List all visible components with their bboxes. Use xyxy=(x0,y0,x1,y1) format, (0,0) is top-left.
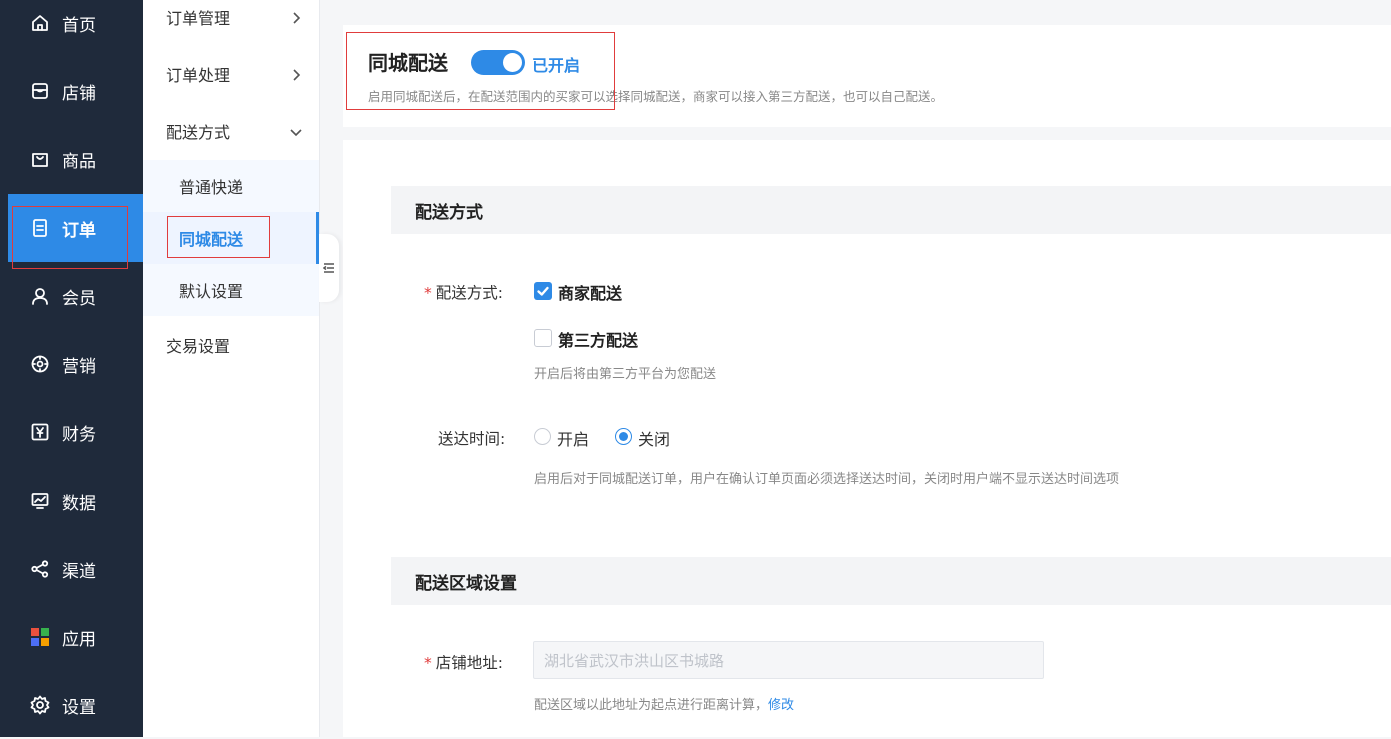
nav-item-label: 财务 xyxy=(62,424,96,445)
store-icon xyxy=(29,80,51,102)
section-title: 配送区域设置 xyxy=(415,573,517,594)
settings-icon xyxy=(29,694,51,716)
gear-badge-icon xyxy=(29,353,51,375)
checkbox-merchant-delivery[interactable] xyxy=(534,282,552,300)
radio-time-off[interactable] xyxy=(615,428,632,445)
required-mark: * xyxy=(424,284,432,302)
share-icon xyxy=(29,558,51,580)
switch-knob xyxy=(503,53,522,72)
city-delivery-switch[interactable] xyxy=(471,50,525,75)
collapse-icon xyxy=(323,262,335,274)
checkbox-third-party-delivery[interactable] xyxy=(534,329,552,347)
switch-state-label: 已开启 xyxy=(532,56,581,75)
menu-label: 订单处理 xyxy=(166,66,231,85)
nav-item-orders[interactable]: 订单 xyxy=(8,194,143,262)
section-header-area: 配送区域设置 xyxy=(391,557,1391,605)
check-icon xyxy=(537,286,549,296)
apps-grid-icon xyxy=(29,626,51,648)
radio-time-off-label[interactable]: 关闭 xyxy=(638,426,670,450)
submenu-label: 默认设置 xyxy=(179,282,244,301)
chevron-right-icon xyxy=(289,10,303,24)
city-delivery-header-card xyxy=(343,25,1391,127)
nav-item-goods[interactable]: 商品 xyxy=(0,125,143,193)
submenu-express[interactable]: 普通快递 xyxy=(143,160,319,212)
submenu-city-delivery[interactable]: 同城配送 xyxy=(143,212,319,264)
menu-label: 交易设置 xyxy=(166,337,231,356)
nav-item-apps[interactable]: 应用 xyxy=(0,603,143,671)
nav-item-label: 营销 xyxy=(62,356,96,377)
delivery-time-hint: 启用后对于同城配送订单，用户在确认订单页面必须选择送达时间，关闭时用户端不显示送… xyxy=(534,472,1120,487)
home-icon xyxy=(29,12,51,34)
nav-item-data[interactable]: 数据 xyxy=(0,467,143,535)
nav-item-finance[interactable]: 财务 xyxy=(0,398,143,466)
modify-address-link[interactable]: 修改 xyxy=(768,698,794,713)
page-title: 同城配送 xyxy=(368,51,448,75)
radio-time-on[interactable] xyxy=(534,428,551,445)
option-third-party-delivery[interactable]: 第三方配送 xyxy=(558,327,638,351)
nav-item-label: 商品 xyxy=(62,151,96,172)
nav-item-label: 设置 xyxy=(62,697,96,718)
nav-item-channels[interactable]: 渠道 xyxy=(0,535,143,603)
submenu-label: 同城配送 xyxy=(179,230,244,249)
chart-icon xyxy=(29,490,51,512)
address-hint: 配送区域以此地址为起点进行距离计算，修改 xyxy=(534,694,794,713)
menu-trade-settings[interactable]: 交易设置 xyxy=(143,317,319,373)
nav-item-members[interactable]: 会员 xyxy=(0,262,143,330)
nav-item-settings[interactable]: 设置 xyxy=(0,671,143,739)
submenu-label: 普通快递 xyxy=(179,178,244,197)
label-text: 配送方式: xyxy=(435,284,503,302)
submenu-default-settings[interactable]: 默认设置 xyxy=(143,264,319,316)
menu-label: 订单管理 xyxy=(166,9,231,28)
nav-item-home[interactable]: 首页 xyxy=(0,0,143,57)
store-address-label: * 店铺地址: xyxy=(424,651,503,673)
store-address-input[interactable] xyxy=(533,641,1044,679)
third-party-hint: 开启后将由第三方平台为您配送 xyxy=(534,367,717,382)
section-title: 配送方式 xyxy=(415,202,483,223)
radio-time-on-label[interactable]: 开启 xyxy=(557,426,589,450)
nav-item-label: 店铺 xyxy=(62,83,96,104)
delivery-method-label: * 配送方式: xyxy=(424,281,503,303)
menu-delivery-method[interactable]: 配送方式 xyxy=(143,103,319,159)
nav-item-label: 数据 xyxy=(62,493,96,514)
menu-label: 配送方式 xyxy=(166,123,231,142)
chevron-right-icon xyxy=(289,67,303,81)
nav-item-label: 渠道 xyxy=(62,561,96,582)
nav-item-label: 会员 xyxy=(62,288,96,309)
menu-order-process[interactable]: 订单处理 xyxy=(143,46,319,102)
nav-item-label: 首页 xyxy=(62,15,96,36)
required-mark: * xyxy=(424,654,432,672)
nav-item-label: 应用 xyxy=(62,629,96,650)
user-icon xyxy=(29,285,51,307)
nav-item-label: 订单 xyxy=(62,220,96,241)
yen-icon xyxy=(29,421,51,443)
secondary-sidebar: 订单管理 订单处理 配送方式 普通快递 同城配送 默认设置 交易设置 xyxy=(143,0,320,737)
bag-icon xyxy=(29,148,51,170)
menu-order-manage[interactable]: 订单管理 xyxy=(143,0,319,45)
nav-item-marketing[interactable]: 营销 xyxy=(0,330,143,398)
page-description: 启用同城配送后，在配送范围内的买家可以选择同城配送，商家可以接入第三方配送，也可… xyxy=(368,89,944,104)
nav-item-store[interactable]: 店铺 xyxy=(0,57,143,125)
order-icon xyxy=(29,217,51,239)
primary-sidebar: 首页 店铺 商品 订单 会员 营销 财务 数据 渠道 应用 设置 xyxy=(0,0,143,737)
option-merchant-delivery[interactable]: 商家配送 xyxy=(558,280,622,304)
sidebar-collapse-toggle[interactable] xyxy=(319,234,339,302)
label-text: 店铺地址: xyxy=(435,654,503,672)
address-hint-text: 配送区域以此地址为起点进行距离计算， xyxy=(534,698,769,713)
delivery-time-label: 送达时间: xyxy=(438,430,506,448)
section-header-delivery: 配送方式 xyxy=(391,186,1391,234)
chevron-down-icon xyxy=(289,124,303,138)
